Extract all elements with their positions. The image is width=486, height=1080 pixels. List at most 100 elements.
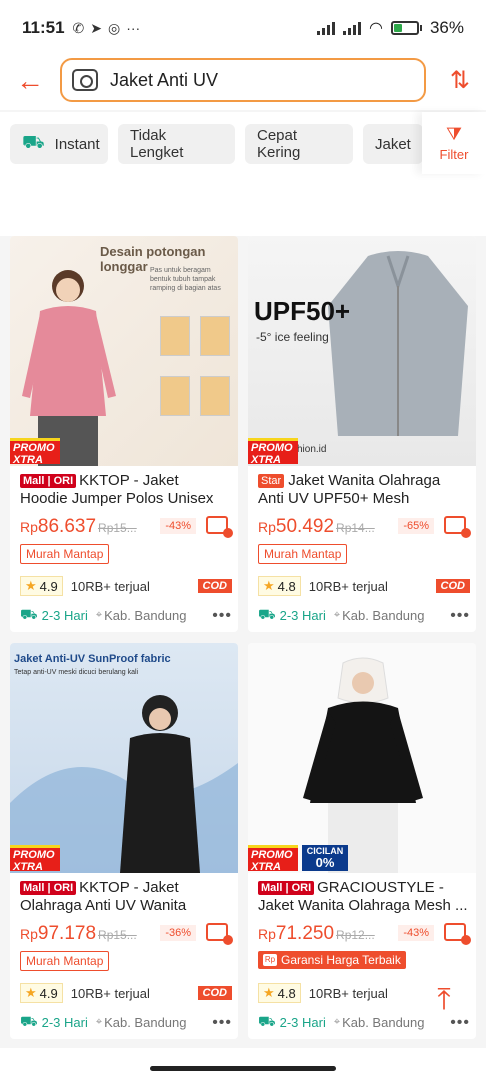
search-header: ← Jaket Anti UV ⇅ — [0, 56, 486, 110]
discount-badge: -43% — [398, 925, 434, 941]
sold-count: 10RB+ terjual — [308, 578, 388, 594]
cod-badge: COD — [435, 579, 470, 593]
sold-count: 10RB+ terjual — [70, 578, 150, 594]
truck-icon: ⛟ — [20, 606, 38, 622]
filter-button[interactable]: ⧩ Filter — [422, 112, 486, 174]
search-input[interactable]: Jaket Anti UV — [60, 58, 426, 102]
product-image: UPF50+ -5° ice feeling shion.id PROMO XT… — [248, 236, 476, 466]
whatsapp-icon: ✆ — [72, 19, 85, 36]
promo-xtra-badge: PROMO XTRA — [10, 438, 60, 466]
price: 97.178 — [37, 923, 97, 944]
star-icon: ★ — [263, 578, 275, 593]
model-illustration — [303, 657, 423, 873]
system-nav-bar — [0, 1048, 486, 1080]
more-icon: ··· — [126, 20, 141, 36]
rating: ★ 4.8 — [258, 576, 301, 596]
product-image: Desain potongan longgar Pas untuk beraga… — [10, 236, 238, 466]
sort-button[interactable]: ⇅ — [450, 66, 470, 95]
camera-search-icon[interactable] — [72, 69, 98, 91]
chip-cepat-kering[interactable]: Cepat Kering — [245, 124, 353, 164]
price: 86.637 — [37, 516, 97, 537]
star-icon: ★ — [25, 985, 37, 1000]
arrow-up-icon: ⤒ — [437, 983, 451, 1016]
price-guarantee-icon: Rp — [263, 954, 277, 966]
voucher-icon — [206, 923, 233, 945]
murah-mantap-tag: Murah Mantap — [20, 544, 110, 564]
star-icon: ★ — [263, 985, 275, 1000]
chip-jaket[interactable]: Jaket — [363, 124, 423, 164]
back-button[interactable]: ← — [14, 65, 46, 97]
location: Kab. Bandung — [104, 608, 187, 623]
product-title: Star Jaket Wanita Olahraga Anti UV UPF50+… — [258, 472, 441, 507]
more-options-icon[interactable]: ••• — [450, 607, 470, 625]
product-image: Jaket Anti-UV SunProof fabric Tetap anti… — [10, 643, 238, 873]
home-gesture-handle[interactable] — [150, 1066, 336, 1071]
sold-count: 10RB+ terjual — [70, 985, 150, 1001]
old-price: Rp12... — [336, 928, 375, 942]
status-time: 11:51 — [22, 18, 65, 37]
signal-icon-2 — [343, 21, 361, 35]
cicilan-badge: CICILAN 0% — [302, 845, 348, 871]
price-row: Rp 86.637 Rp15... -43% — [20, 516, 233, 540]
promo-xtra-badge: PROMO XTRA — [248, 845, 298, 873]
rating: ★ 4.9 — [20, 983, 63, 1003]
chip-tidak-lengket[interactable]: Tidak Lengket — [118, 124, 235, 164]
mall-ori-tag: Mall | ORI — [258, 881, 315, 895]
sold-count: 10RB+ terjual — [308, 985, 388, 1001]
old-price: Rp15... — [98, 521, 137, 535]
location-icon: ⌖ — [333, 1016, 341, 1028]
product-card[interactable]: Jaket Anti-UV SunProof fabric Tetap anti… — [10, 643, 238, 1039]
discount-badge: -43% — [160, 518, 196, 534]
shipping-time: 2-3 Hari — [279, 1015, 326, 1030]
old-price: Rp14... — [336, 521, 375, 535]
product-card[interactable]: Desain potongan longgar Pas untuk beraga… — [10, 236, 238, 632]
jacket-illustration — [328, 251, 468, 436]
garansi-harga-tag: Rp Garansi Harga Terbaik — [258, 951, 406, 969]
product-title: Mall | ORI GRACIOUSTYLE - Jaket Wanita Ol… — [258, 879, 468, 914]
shipping-time: 2-3 Hari — [41, 608, 88, 623]
cod-badge: COD — [197, 986, 232, 1000]
star-icon: ★ — [25, 578, 37, 593]
old-price: Rp15... — [98, 928, 137, 942]
status-bar: 11:51 ✆ ➤ ◎ ··· ◠ 36% — [0, 0, 486, 56]
rating: ★ 4.9 — [20, 576, 63, 596]
location: Kab. Bandung — [342, 608, 425, 623]
location: Kab. Bandung — [342, 1015, 425, 1030]
more-options-icon[interactable]: ••• — [212, 607, 232, 625]
battery-icon — [390, 21, 422, 35]
product-image: PROMO XTRA CICILAN 0% — [248, 643, 476, 873]
model-illustration — [22, 270, 116, 466]
location-icon: ⌖ — [95, 1016, 103, 1028]
voucher-icon — [444, 516, 471, 538]
rating: ★ 4.8 — [258, 983, 301, 1003]
murah-mantap-tag: Murah Mantap — [20, 951, 110, 971]
promo-xtra-badge: PROMO XTRA — [10, 845, 60, 873]
cod-badge: COD — [197, 579, 232, 593]
product-title: Mall | ORI KKTOP - Jaket Hoodie Jumper Po… — [20, 472, 214, 507]
chip-instant[interactable]: ⛟ Instant — [10, 124, 108, 164]
star-seller-tag: Star — [258, 474, 285, 488]
more-options-icon[interactable]: ••• — [212, 1014, 232, 1032]
telegram-icon: ➤ — [90, 19, 103, 36]
scroll-to-top-button[interactable]: ⤒ — [424, 980, 464, 1020]
search-query: Jaket Anti UV — [110, 69, 219, 90]
truck-icon: ⛟ — [258, 606, 276, 622]
sort-arrows-icon: ⇅ — [449, 67, 470, 94]
voucher-icon — [206, 516, 233, 538]
filter-icon: ⧩ — [445, 124, 463, 144]
product-title: Mall | ORI KKTOP - Jaket Olahraga Anti UV… — [20, 879, 187, 914]
location: Kab. Bandung — [104, 1015, 187, 1030]
location-icon: ⌖ — [333, 609, 341, 621]
price: 50.492 — [275, 516, 335, 537]
location-icon: ⌖ — [95, 609, 103, 621]
wifi-icon: ◠ — [369, 20, 383, 37]
shipping-time: 2-3 Hari — [279, 608, 326, 623]
price-row: Rp 71.250 Rp12... -43% — [258, 923, 471, 947]
price: 71.250 — [275, 923, 335, 944]
price-row: Rp 50.492 Rp14... -65% — [258, 516, 471, 540]
mall-ori-tag: Mall | ORI — [20, 474, 77, 488]
voucher-icon — [444, 923, 471, 945]
murah-mantap-tag: Murah Mantap — [258, 544, 348, 564]
product-card[interactable]: UPF50+ -5° ice feeling shion.id PROMO XT… — [248, 236, 476, 632]
arrow-left-icon: ← — [16, 65, 44, 96]
